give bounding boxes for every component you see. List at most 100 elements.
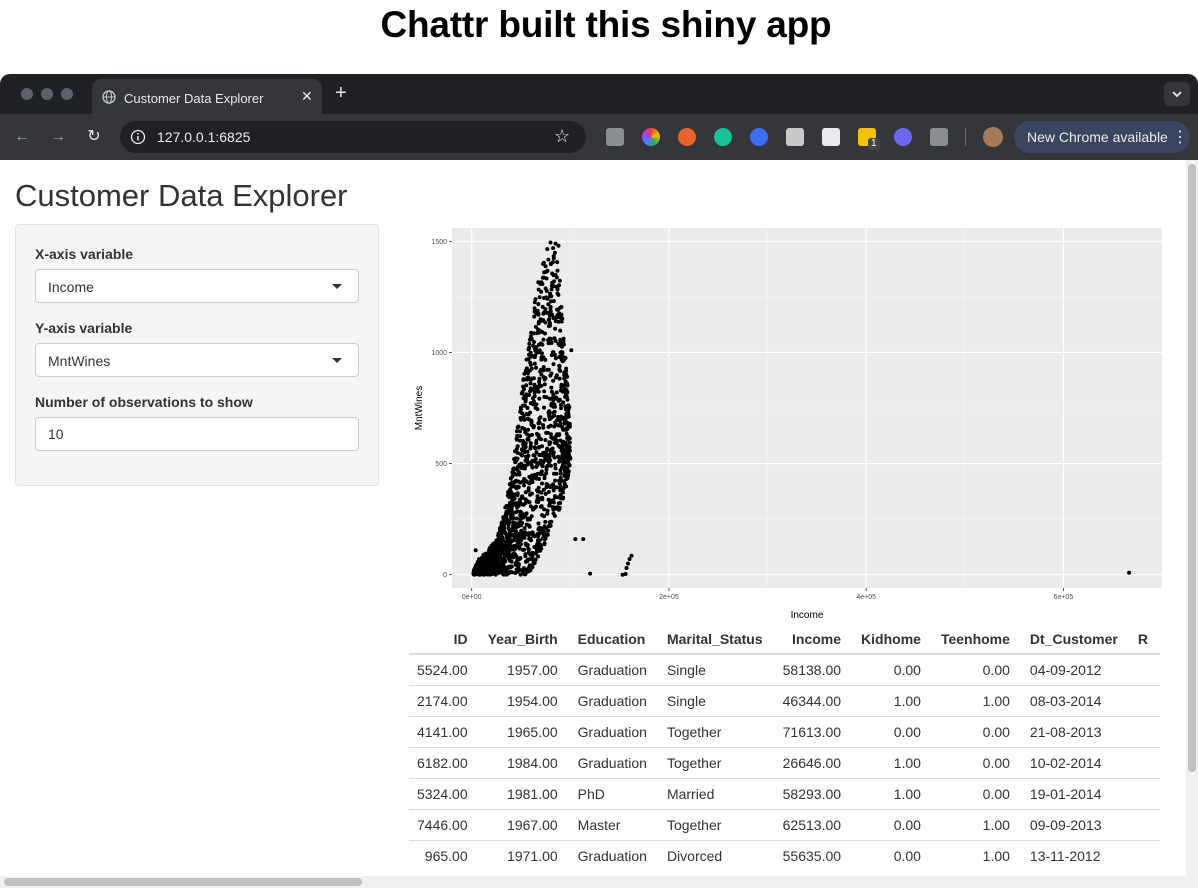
data-point: [527, 368, 532, 373]
data-point: [563, 440, 568, 445]
vertical-scrollbar[interactable]: [1186, 160, 1198, 888]
observations-input[interactable]: [35, 417, 359, 451]
data-point: [525, 449, 530, 454]
extension-orange-icon[interactable]: [678, 128, 696, 146]
address-bar[interactable]: 127.0.0.1:6825 ☆: [120, 121, 586, 153]
y-axis-select[interactable]: MntWines: [35, 343, 359, 377]
back-arrow-icon[interactable]: ←: [12, 127, 32, 147]
data-point: [548, 309, 553, 314]
data-point: [624, 566, 629, 570]
dropdown-caret-icon: [332, 284, 342, 289]
data-point: [558, 471, 563, 476]
data-point: [536, 319, 541, 324]
table-cell: 1.00: [932, 684, 1022, 716]
data-point: [536, 461, 541, 466]
data-point: [488, 553, 493, 558]
table-cell: Master: [569, 808, 659, 840]
data-point: [532, 394, 537, 398]
data-point: [533, 557, 538, 562]
table-cell: 6182.00: [409, 746, 480, 778]
data-point: [534, 365, 538, 370]
data-point: [494, 544, 499, 549]
data-point: [549, 287, 554, 292]
data-point: [548, 240, 553, 245]
horizontal-scrollbar-thumb[interactable]: [4, 878, 362, 886]
new-tab-plus-icon[interactable]: +: [335, 83, 347, 103]
extension-gray-icon[interactable]: [786, 128, 804, 146]
data-point: [548, 262, 553, 267]
table-cell: 21-08-2013: [1021, 715, 1130, 747]
extension-m-icon[interactable]: [822, 128, 840, 146]
data-point: [565, 465, 570, 470]
profile-avatar[interactable]: [983, 127, 1003, 147]
table-cell: 5324.00: [409, 777, 480, 809]
table-cell: 1957.00: [479, 653, 570, 685]
data-point: [529, 353, 534, 358]
horizontal-scrollbar[interactable]: [0, 876, 1186, 888]
table-cell: 1965.00: [479, 715, 570, 747]
data-point: [507, 558, 512, 563]
data-point: [543, 438, 548, 442]
x-axis-select[interactable]: Income: [35, 269, 359, 303]
data-point: [471, 571, 476, 576]
data-point: [546, 367, 551, 372]
data-point: [534, 431, 539, 436]
data-point: [547, 503, 552, 508]
data-point: [557, 418, 562, 423]
data-point: [528, 360, 533, 365]
data-point: [538, 328, 543, 333]
data-point: [472, 568, 476, 573]
extension-gear-icon[interactable]: [894, 128, 912, 146]
data-point: [566, 444, 570, 449]
table-cell: [1129, 684, 1160, 716]
data-point: [512, 472, 517, 476]
table-cell: 58293.00: [774, 777, 854, 809]
data-point: [520, 494, 525, 499]
data-point: [553, 466, 558, 471]
data-point: [536, 287, 541, 292]
data-point: [502, 552, 507, 556]
data-point: [626, 561, 630, 566]
data-point: [561, 339, 566, 344]
data-point: [545, 463, 550, 468]
extension-code-icon[interactable]: [606, 128, 624, 146]
data-point: [533, 551, 538, 556]
data-point: [511, 484, 516, 489]
vertical-scrollbar-thumb[interactable]: [1188, 164, 1196, 772]
data-point: [556, 454, 561, 459]
site-info-icon[interactable]: [130, 129, 146, 145]
data-point: [540, 496, 545, 501]
data-point: [537, 436, 542, 441]
bookmark-star-icon[interactable]: ☆: [554, 126, 570, 146]
window-minimize-dot[interactable]: [41, 88, 53, 100]
data-point: [534, 504, 538, 509]
extensions-puzzle-icon[interactable]: [930, 128, 948, 146]
table-cell: 7446.00: [409, 808, 480, 840]
table-cell: 0.00: [853, 653, 933, 685]
data-point: [477, 557, 482, 562]
data-point: [532, 314, 537, 319]
window-close-dot[interactable]: [21, 88, 33, 100]
tab-search-button[interactable]: [1164, 82, 1190, 106]
data-point: [564, 484, 569, 489]
data-point: [526, 523, 531, 528]
tab-close-icon[interactable]: ✕: [301, 88, 313, 104]
extension-grammarly-icon[interactable]: [714, 128, 732, 146]
forward-arrow-icon[interactable]: →: [48, 127, 68, 147]
data-point: [539, 341, 543, 346]
data-point: [518, 499, 522, 504]
browser-tab[interactable]: Customer Data Explorer ✕: [92, 79, 322, 114]
extension-color-icon[interactable]: [642, 128, 660, 146]
data-point: [542, 541, 547, 546]
update-chrome-button[interactable]: New Chrome available ⋮: [1014, 121, 1190, 153]
data-point: [533, 457, 538, 461]
data-point: [558, 475, 563, 480]
data-point: [534, 309, 539, 314]
window-zoom-dot[interactable]: [61, 88, 73, 100]
table-cell: 1.00: [853, 746, 933, 778]
reload-icon[interactable]: ↻: [84, 127, 104, 147]
data-point: [542, 524, 547, 529]
data-point: [537, 416, 542, 421]
extension-blue-icon[interactable]: [750, 128, 768, 146]
kebab-menu-icon[interactable]: ⋮: [1172, 127, 1188, 147]
